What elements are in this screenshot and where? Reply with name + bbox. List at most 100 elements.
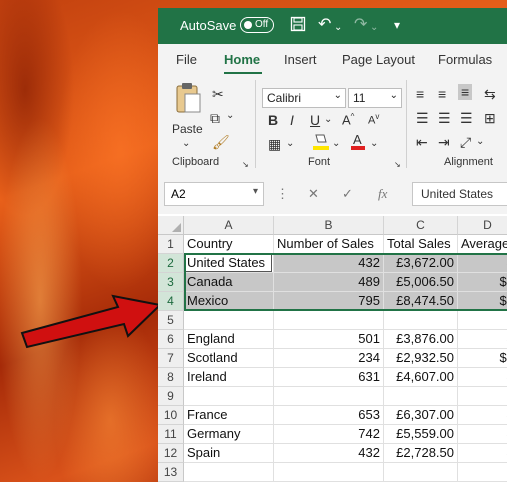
cell-c3[interactable]: £5,006.50 [384, 273, 458, 292]
redo-dropdown-icon[interactable]: ⌄ [370, 19, 378, 37]
cell-c7[interactable]: £2,932.50 [384, 349, 458, 368]
cell-c5[interactable] [384, 311, 458, 330]
cell-d4[interactable]: $1 [458, 292, 507, 311]
cell-b13[interactable] [274, 463, 384, 482]
increase-font-icon[interactable]: A^ [342, 112, 354, 127]
merge-center-icon[interactable]: ⊞ [484, 110, 496, 127]
cell-a6[interactable]: England [184, 330, 274, 349]
cell-d5[interactable] [458, 311, 507, 330]
formula-input[interactable]: United States [412, 182, 507, 206]
cell-a10[interactable]: France [184, 406, 274, 425]
tab-home[interactable]: Home [224, 52, 260, 67]
cell-d1[interactable]: Average [458, 235, 507, 254]
cell-c1[interactable]: Total Sales [384, 235, 458, 254]
cell-c8[interactable]: £4,607.00 [384, 368, 458, 387]
cell-d3[interactable]: $1 [458, 273, 507, 292]
borders-dropdown-icon[interactable]: ⌄ [286, 138, 294, 149]
cell-a4[interactable]: Mexico [184, 292, 274, 311]
font-name-box[interactable]: Calibri ⌄ [262, 88, 346, 108]
row-header[interactable]: 5 [158, 311, 184, 330]
row-header[interactable]: 6 [158, 330, 184, 349]
align-center-icon[interactable]: ☰ [438, 110, 451, 127]
cell-a9[interactable] [184, 387, 274, 406]
cell-a13[interactable] [184, 463, 274, 482]
row-header[interactable]: 3 [158, 273, 184, 292]
cell-d6[interactable]: $ [458, 330, 507, 349]
column-header-b[interactable]: B [274, 216, 384, 235]
cell-b9[interactable] [274, 387, 384, 406]
cell-c12[interactable]: £2,728.50 [384, 444, 458, 463]
cell-d8[interactable]: $ [458, 368, 507, 387]
fill-color-dropdown-icon[interactable]: ⌄ [332, 138, 340, 149]
column-header-d[interactable]: D [458, 216, 507, 235]
paste-icon[interactable] [174, 82, 202, 117]
row-header[interactable]: 4 [158, 292, 184, 311]
cell-b3[interactable]: 489 [274, 273, 384, 292]
column-header-c[interactable]: C [384, 216, 458, 235]
autosave-toggle[interactable]: Off [240, 17, 274, 33]
clipboard-launcher-icon[interactable]: ↘ [242, 160, 249, 169]
cell-c11[interactable]: £5,559.00 [384, 425, 458, 444]
cancel-icon[interactable]: ✕ [308, 186, 319, 202]
cell-b6[interactable]: 501 [274, 330, 384, 349]
italic-button[interactable]: I [290, 112, 294, 128]
cell-a8[interactable]: Ireland [184, 368, 274, 387]
cell-b11[interactable]: 742 [274, 425, 384, 444]
cell-d2[interactable]: $ [458, 254, 507, 273]
row-header[interactable]: 8 [158, 368, 184, 387]
redo-icon[interactable]: ↷ [354, 16, 367, 34]
row-header[interactable]: 9 [158, 387, 184, 406]
tab-page-layout[interactable]: Page Layout [342, 52, 415, 67]
cell-c6[interactable]: £3,876.00 [384, 330, 458, 349]
undo-dropdown-icon[interactable]: ⌄ [334, 19, 342, 37]
tab-file[interactable]: File [176, 52, 197, 67]
cell-a1[interactable]: Country [184, 235, 274, 254]
row-header[interactable]: 12 [158, 444, 184, 463]
row-header[interactable]: 13 [158, 463, 184, 482]
cell-a3[interactable]: Canada [184, 273, 274, 292]
underline-dropdown-icon[interactable]: ⌄ [324, 114, 332, 125]
underline-button[interactable]: U [310, 112, 320, 128]
row-header[interactable]: 1 [158, 235, 184, 254]
align-right-icon[interactable]: ☰ [460, 110, 473, 127]
copy-icon[interactable]: ⧉ [210, 110, 220, 127]
cell-a12[interactable]: Spain [184, 444, 274, 463]
row-header[interactable]: 7 [158, 349, 184, 368]
paste-label[interactable]: Paste [172, 122, 203, 136]
cell-b2[interactable]: 432 [274, 254, 384, 273]
increase-indent-icon[interactable]: ⇥ [438, 134, 450, 151]
cell-b8[interactable]: 631 [274, 368, 384, 387]
align-left-icon[interactable]: ☰ [416, 110, 429, 127]
decrease-font-icon[interactable]: Av [368, 112, 379, 127]
orientation-dropdown-icon[interactable]: ⌄ [476, 136, 484, 147]
tab-insert[interactable]: Insert [284, 52, 317, 67]
cell-b10[interactable]: 653 [274, 406, 384, 425]
align-top-icon[interactable]: ≡ [416, 86, 424, 102]
cell-a2[interactable]: United States [184, 254, 274, 273]
cell-d10[interactable]: $ [458, 406, 507, 425]
enter-icon[interactable]: ✓ [342, 186, 353, 202]
cell-d9[interactable] [458, 387, 507, 406]
cell-b7[interactable]: 234 [274, 349, 384, 368]
font-color-icon[interactable]: A [350, 132, 366, 155]
cell-d7[interactable]: $1 [458, 349, 507, 368]
font-color-dropdown-icon[interactable]: ⌄ [370, 138, 378, 149]
cell-d11[interactable]: $ [458, 425, 507, 444]
decrease-indent-icon[interactable]: ⇤ [416, 134, 428, 151]
bold-button[interactable]: B [268, 112, 278, 128]
name-box[interactable]: A2 ▾ [164, 182, 264, 206]
cell-d13[interactable] [458, 463, 507, 482]
undo-icon[interactable]: ↶ [318, 16, 331, 34]
font-size-box[interactable]: 11 ⌄ [348, 88, 402, 108]
orientation-icon[interactable]: ⤢ [460, 134, 471, 151]
select-all-button[interactable] [158, 216, 184, 235]
cell-b4[interactable]: 795 [274, 292, 384, 311]
cell-a11[interactable]: Germany [184, 425, 274, 444]
fill-color-icon[interactable] [312, 132, 330, 155]
row-header[interactable]: 11 [158, 425, 184, 444]
format-painter-icon[interactable]: 🖌 [212, 134, 230, 151]
cell-c9[interactable] [384, 387, 458, 406]
save-icon[interactable] [290, 16, 306, 37]
cell-d12[interactable]: $ [458, 444, 507, 463]
cell-a7[interactable]: Scotland [184, 349, 274, 368]
